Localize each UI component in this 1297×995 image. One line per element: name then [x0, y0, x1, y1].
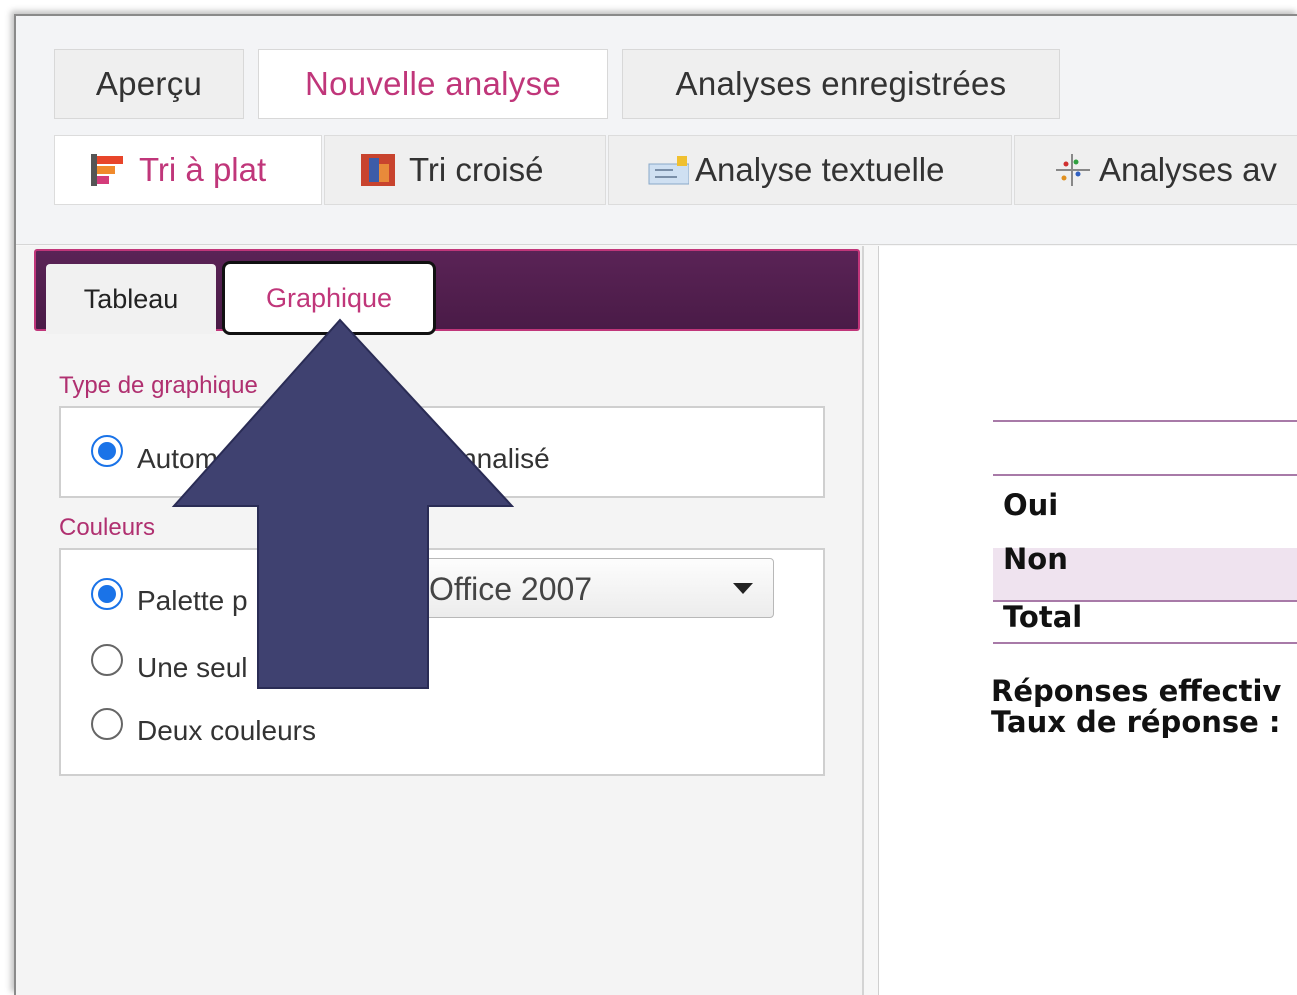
flat-sort-icon: [91, 154, 123, 186]
row-oui: Oui: [1003, 488, 1059, 522]
cross-tab-icon: [361, 154, 395, 186]
palette-radio[interactable]: [91, 578, 123, 610]
subtab-tri-croise[interactable]: Tri croisé: [324, 135, 606, 205]
subtab-label: Analyses av: [1099, 151, 1277, 188]
dropdown-arrow-icon: [733, 583, 753, 594]
colors-label: Couleurs: [59, 514, 156, 541]
row-non: Non: [1003, 542, 1068, 576]
two-colors-radio[interactable]: [91, 708, 123, 740]
rate-line: Taux de réponse :: [991, 705, 1281, 739]
advanced-analysis-icon: [1056, 154, 1090, 186]
subtab-tri-a-plat[interactable]: Tri à plat: [54, 135, 322, 205]
subtab-analyse-textuelle[interactable]: Analyse textuelle: [608, 135, 1012, 205]
tab-nouvelle-analyse[interactable]: Nouvelle analyse: [258, 49, 608, 119]
subtab-analyses-avancees[interactable]: Analyses av: [1014, 135, 1297, 205]
chart-type-auto-radio[interactable]: [91, 435, 123, 467]
row-total: Total: [1003, 600, 1083, 634]
top-navigation: Aperçu Nouvelle analyse Analyses enregis…: [16, 16, 1297, 245]
single-color-radio[interactable]: [91, 644, 123, 676]
table-bottom-rule: [993, 642, 1297, 644]
subtab-label: Tri croisé: [409, 151, 544, 188]
table-header-rule: [993, 474, 1297, 476]
tab-analyses-enregistrees[interactable]: Analyses enregistrées: [622, 49, 1060, 119]
subtab-label: Analyse textuelle: [695, 151, 945, 188]
up-arrow-icon: [171, 318, 514, 689]
tab-apercu[interactable]: Aperçu: [54, 49, 244, 119]
subtab-label: Tri à plat: [139, 151, 267, 188]
two-colors-label: Deux couleurs: [137, 715, 316, 746]
results-panel: Oui Non Total Réponses effectiv Taux de …: [878, 246, 1297, 995]
table-top-rule: [993, 420, 1297, 422]
text-analysis-icon: [648, 156, 689, 185]
responses-line: Réponses effectiv: [991, 674, 1282, 708]
